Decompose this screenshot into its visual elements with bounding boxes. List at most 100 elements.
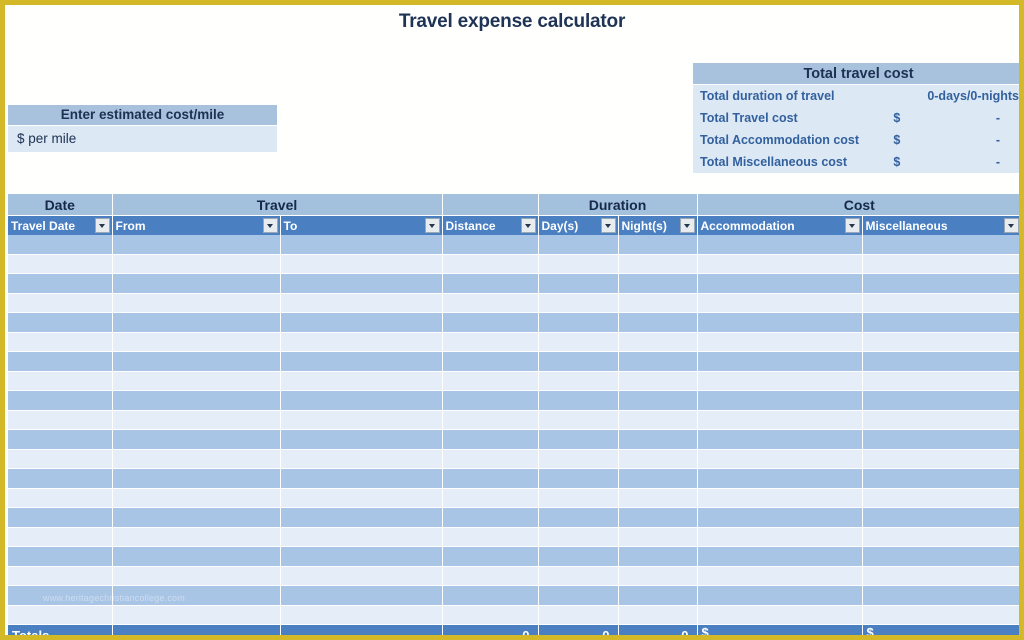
table-cell[interactable] <box>112 507 281 528</box>
table-cell[interactable] <box>618 235 698 255</box>
table-cell[interactable] <box>697 585 863 606</box>
table-cell[interactable] <box>442 429 539 450</box>
table-cell[interactable] <box>538 449 619 469</box>
table-cell[interactable] <box>862 585 1019 606</box>
table-row[interactable] <box>8 332 1019 352</box>
table-cell[interactable] <box>280 410 443 430</box>
column-header-to[interactable]: To <box>280 215 443 235</box>
table-cell[interactable] <box>112 488 281 508</box>
table-cell[interactable] <box>280 605 443 625</box>
table-cell[interactable] <box>862 351 1019 372</box>
table-cell[interactable] <box>538 605 619 625</box>
table-cell[interactable] <box>697 449 863 469</box>
table-cell[interactable] <box>697 254 863 274</box>
table-cell[interactable] <box>8 527 113 547</box>
table-cell[interactable] <box>442 351 539 372</box>
table-cell[interactable] <box>8 293 113 313</box>
table-cell[interactable] <box>442 527 539 547</box>
table-cell[interactable] <box>112 410 281 430</box>
table-cell[interactable] <box>862 429 1019 450</box>
filter-dropdown-icon[interactable] <box>1004 218 1019 233</box>
table-cell[interactable] <box>862 312 1019 333</box>
table-cell[interactable] <box>618 566 698 586</box>
table-row[interactable] <box>8 312 1019 333</box>
table-cell[interactable] <box>618 468 698 489</box>
table-cell[interactable] <box>862 546 1019 567</box>
table-cell[interactable] <box>618 273 698 294</box>
table-cell[interactable] <box>538 254 619 274</box>
table-cell[interactable] <box>538 235 619 255</box>
table-cell[interactable] <box>618 390 698 411</box>
table-cell[interactable] <box>280 468 443 489</box>
column-header-from[interactable]: From <box>112 215 281 235</box>
table-cell[interactable] <box>280 312 443 333</box>
filter-dropdown-icon[interactable] <box>424 218 440 233</box>
table-cell[interactable] <box>112 293 281 313</box>
table-row[interactable] <box>8 235 1019 255</box>
column-header-days[interactable]: Day(s) <box>538 215 619 235</box>
table-cell[interactable] <box>280 488 443 508</box>
table-cell[interactable] <box>280 507 443 528</box>
table-cell[interactable] <box>697 351 863 372</box>
table-cell[interactable] <box>8 371 113 391</box>
table-cell[interactable] <box>8 254 113 274</box>
table-cell[interactable] <box>280 273 443 294</box>
table-cell[interactable] <box>112 254 281 274</box>
table-cell[interactable] <box>112 468 281 489</box>
table-cell[interactable] <box>442 468 539 489</box>
table-cell[interactable] <box>112 371 281 391</box>
table-cell[interactable] <box>618 585 698 606</box>
table-cell[interactable] <box>442 371 539 391</box>
table-cell[interactable] <box>697 429 863 450</box>
table-row[interactable] <box>8 527 1019 547</box>
table-cell[interactable] <box>697 566 863 586</box>
table-row[interactable] <box>8 371 1019 391</box>
table-cell[interactable] <box>618 312 698 333</box>
table-cell[interactable] <box>280 390 443 411</box>
table-cell[interactable] <box>862 390 1019 411</box>
table-cell[interactable] <box>280 527 443 547</box>
table-cell[interactable] <box>112 235 281 255</box>
column-header-miscellaneous[interactable]: Miscellaneous <box>862 215 1019 235</box>
table-cell[interactable] <box>862 449 1019 469</box>
table-cell[interactable] <box>862 273 1019 294</box>
table-cell[interactable] <box>538 566 619 586</box>
table-cell[interactable] <box>538 410 619 430</box>
table-cell[interactable] <box>538 390 619 411</box>
table-cell[interactable] <box>442 449 539 469</box>
table-cell[interactable] <box>538 468 619 489</box>
table-cell[interactable] <box>442 332 539 352</box>
table-cell[interactable] <box>697 273 863 294</box>
table-cell[interactable] <box>8 429 113 450</box>
table-cell[interactable] <box>8 410 113 430</box>
table-cell[interactable] <box>697 371 863 391</box>
table-cell[interactable] <box>112 605 281 625</box>
table-row[interactable] <box>8 410 1019 430</box>
column-header-accommodation[interactable]: Accommodation <box>697 215 863 235</box>
table-cell[interactable] <box>618 429 698 450</box>
table-cell[interactable] <box>442 488 539 508</box>
table-row[interactable] <box>8 351 1019 372</box>
table-cell[interactable] <box>112 546 281 567</box>
table-cell[interactable] <box>697 390 863 411</box>
table-cell[interactable] <box>538 273 619 294</box>
table-cell[interactable] <box>862 293 1019 313</box>
table-cell[interactable] <box>697 468 863 489</box>
table-cell[interactable] <box>697 235 863 255</box>
table-cell[interactable] <box>618 293 698 313</box>
table-cell[interactable] <box>862 235 1019 255</box>
table-cell[interactable] <box>280 235 443 255</box>
table-cell[interactable] <box>697 507 863 528</box>
table-cell[interactable] <box>442 546 539 567</box>
table-cell[interactable] <box>112 566 281 586</box>
table-row[interactable] <box>8 429 1019 450</box>
filter-dropdown-icon[interactable] <box>262 218 278 233</box>
table-cell[interactable] <box>280 293 443 313</box>
filter-dropdown-icon[interactable] <box>844 218 860 233</box>
table-cell[interactable] <box>442 566 539 586</box>
column-header-travel-date[interactable]: Travel Date <box>8 215 113 235</box>
table-cell[interactable] <box>442 390 539 411</box>
table-cell[interactable] <box>538 527 619 547</box>
table-cell[interactable] <box>8 390 113 411</box>
table-cell[interactable] <box>862 254 1019 274</box>
